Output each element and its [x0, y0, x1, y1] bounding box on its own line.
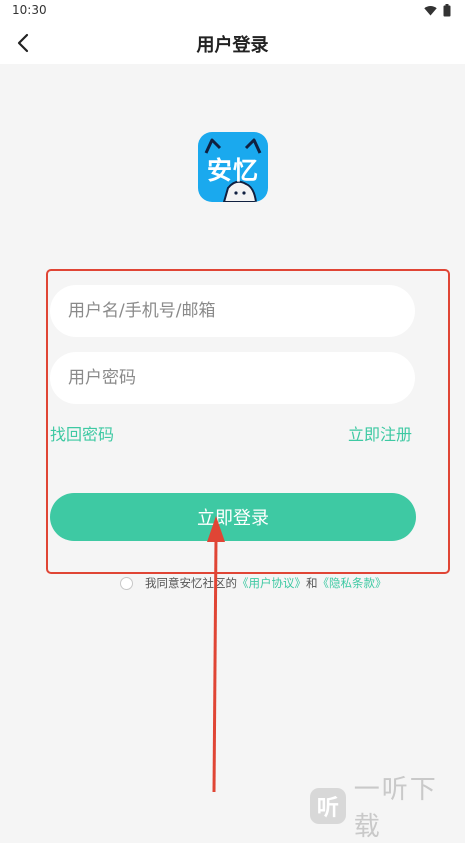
watermark-logo: 听 — [310, 788, 346, 824]
agreement-prefix: 我同意安忆社区的 — [145, 576, 237, 590]
user-agreement-link[interactable]: 《用户协议》 — [237, 575, 306, 591]
battery-icon — [443, 4, 451, 17]
privacy-policy-link[interactable]: 《隐私条款》 — [318, 575, 387, 591]
logo-text: 安忆 — [206, 156, 259, 185]
nav-bar: 用户登录 — [0, 22, 465, 64]
watermark: 听 一听下载 — [304, 775, 465, 842]
annotation-highlight-box — [46, 269, 450, 574]
agreement-conjunction: 和 — [306, 576, 318, 590]
page-title: 用户登录 — [196, 35, 269, 56]
agreement-checkbox[interactable] — [120, 576, 133, 590]
watermark-text: 一听下载 — [353, 775, 438, 842]
agreement-row: 我同意安忆社区的 《用户协议》 和 《隐私条款》 — [120, 574, 387, 592]
status-bar: 10:30 — [0, 0, 465, 22]
app-logo: 安忆 — [198, 132, 268, 202]
status-time: 10:30 — [12, 3, 47, 17]
wifi-icon — [424, 5, 437, 16]
status-icons — [424, 4, 451, 17]
